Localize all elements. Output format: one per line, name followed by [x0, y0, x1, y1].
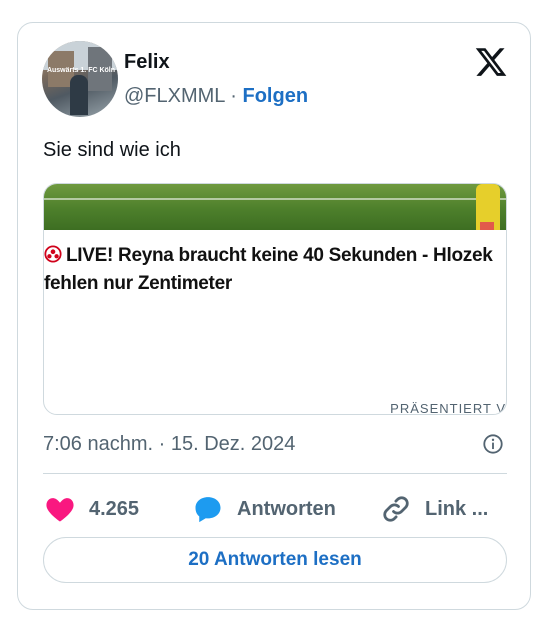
divider: [43, 473, 507, 474]
link-preview-card[interactable]: LIVE! Reyna braucht keine 40 Sekunden - …: [43, 183, 507, 415]
tweet-timestamp[interactable]: 7:06 nachm. · 15. Dez. 2024: [43, 433, 295, 456]
author-handle-row: @FLXMML · Folgen: [124, 85, 308, 108]
avatar-text: Auswärts 1. FC Köln: [46, 67, 116, 74]
x-logo-icon[interactable]: [474, 45, 508, 79]
link-headline-line1: LIVE! Reyna braucht keine 40 Sekunden - …: [66, 245, 493, 266]
tweet-text: Sie sind wie ich: [43, 139, 181, 161]
read-replies-button[interactable]: 20 Antworten lesen: [43, 537, 507, 583]
link-headline[interactable]: LIVE! Reyna braucht keine 40 Sekunden - …: [44, 242, 493, 298]
action-bar: 4.265 Antworten Link ...: [43, 489, 513, 529]
info-icon[interactable]: [482, 433, 504, 455]
speech-bubble-icon: [195, 497, 221, 523]
copy-link-button[interactable]: Link ...: [381, 489, 488, 529]
link-label: Link ...: [425, 497, 489, 520]
preview-image: [44, 184, 506, 230]
like-button[interactable]: 4.265: [45, 489, 139, 529]
heart-icon: [46, 498, 74, 522]
avatar[interactable]: Auswärts 1. FC Köln: [42, 41, 118, 117]
tweet-embed-card: Auswärts 1. FC Köln Felix @FLXMML · Folg…: [17, 22, 531, 610]
follow-button[interactable]: Folgen: [242, 85, 308, 107]
football-icon: [44, 245, 62, 263]
reply-label: Antworten: [237, 497, 336, 520]
author-name[interactable]: Felix: [124, 51, 170, 74]
reply-button[interactable]: Antworten: [193, 489, 336, 529]
chain-link-icon: [383, 496, 409, 522]
link-headline-line2: fehlen nur Zentimeter: [44, 273, 232, 294]
separator: ·: [230, 85, 237, 107]
presented-by-label: PRÄSENTIERT V: [390, 401, 506, 415]
author-handle[interactable]: @FLXMML: [124, 85, 225, 107]
like-count: 4.265: [89, 497, 140, 520]
